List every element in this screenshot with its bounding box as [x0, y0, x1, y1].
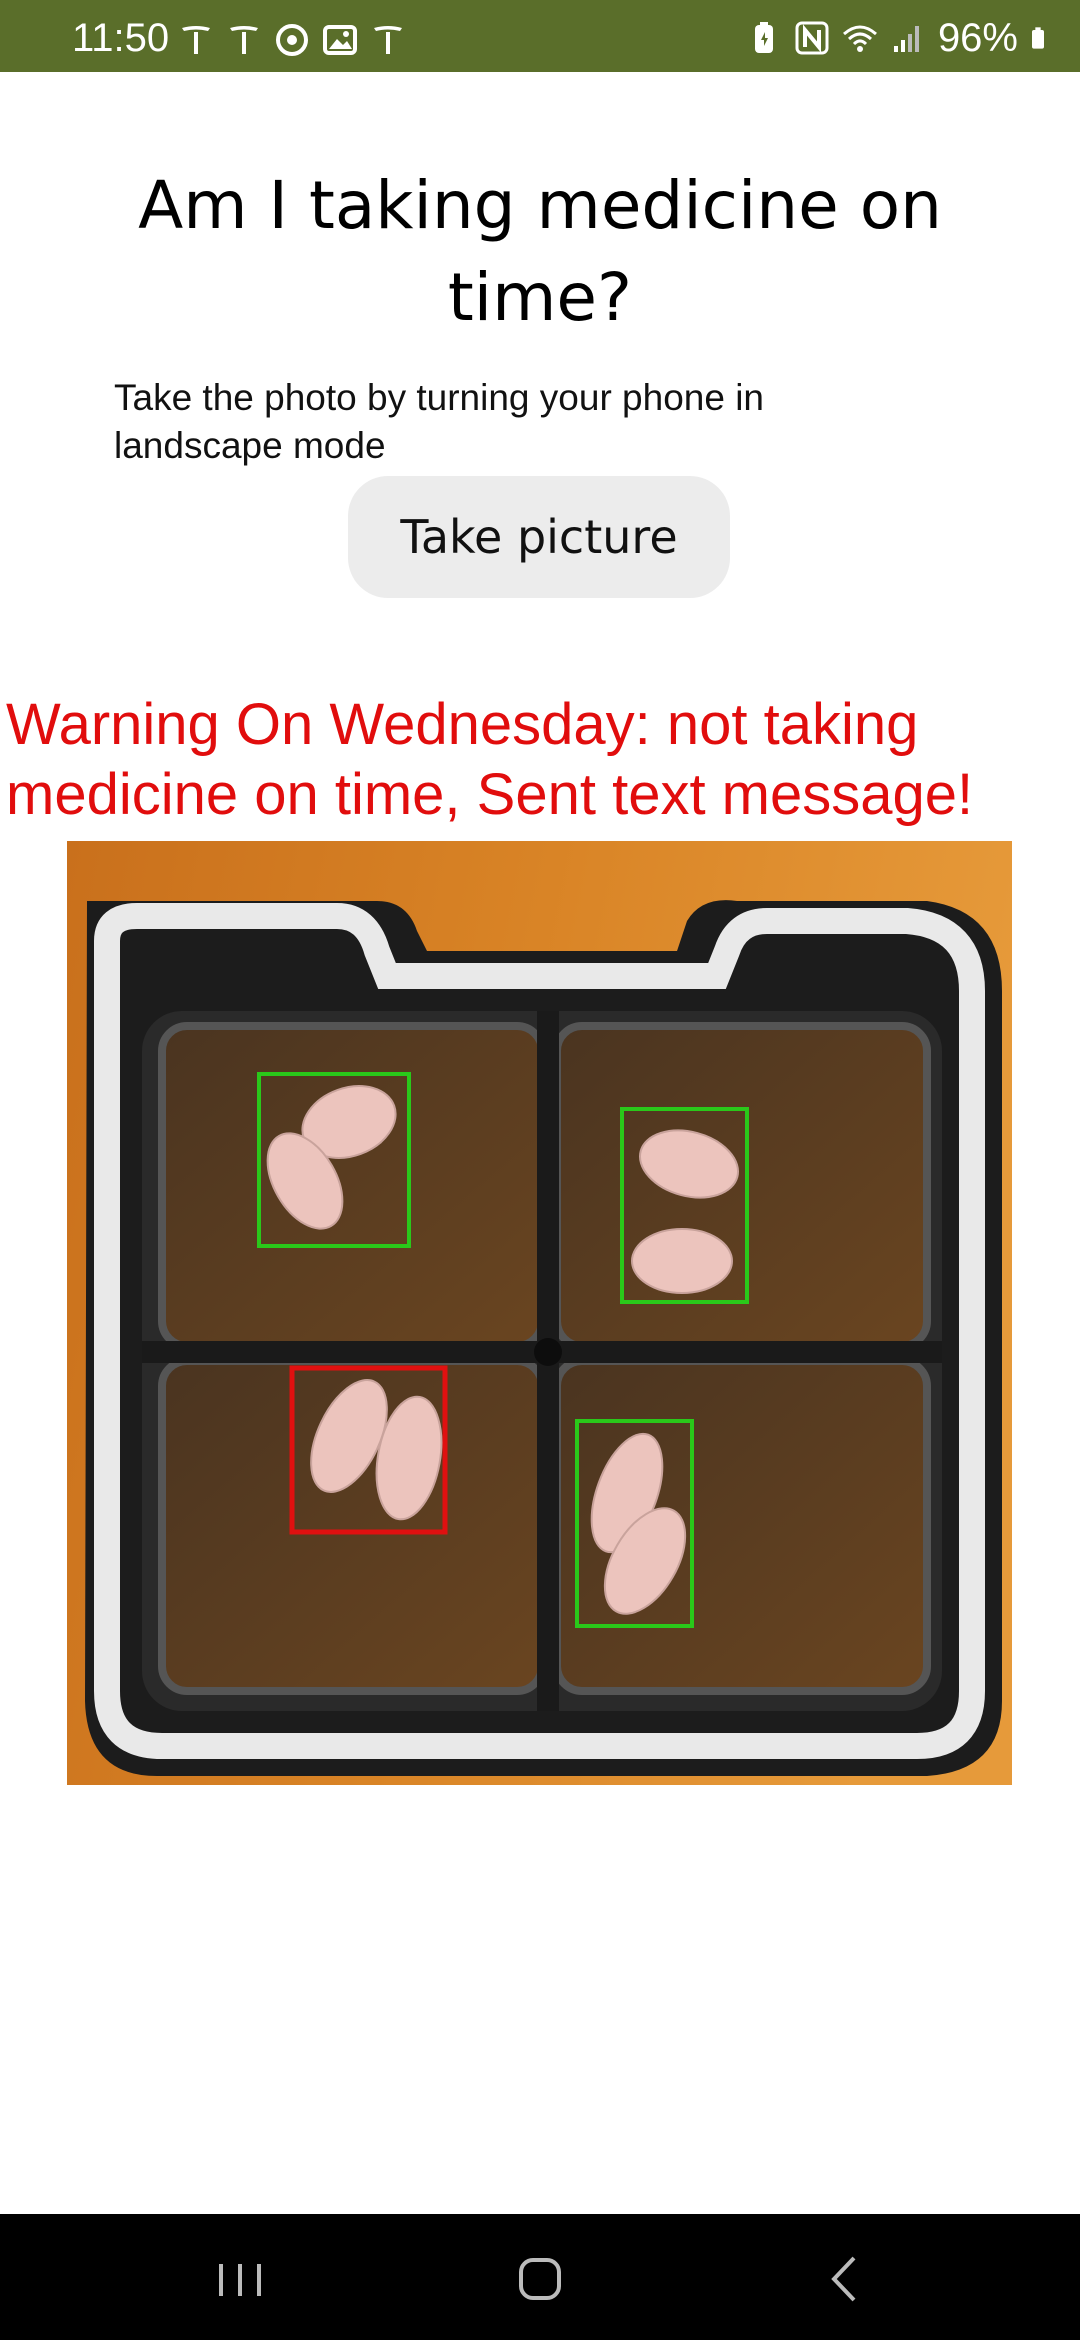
- nfc-icon: [795, 21, 829, 55]
- notification-icons: [178, 22, 406, 58]
- page-title: Am I taking medicine on time?: [138, 167, 942, 336]
- tesla-icon: [182, 26, 210, 54]
- target-icon: [276, 24, 308, 56]
- image-icon: [323, 25, 357, 55]
- recent-apps-icon[interactable]: [205, 2244, 275, 2314]
- battery-percent: 96%: [937, 16, 1018, 60]
- battery-icon: [1032, 27, 1044, 49]
- home-icon[interactable]: [505, 2244, 575, 2314]
- tesla-icon: [230, 26, 258, 54]
- signal-icon: [893, 26, 919, 52]
- status-time: 11:50: [72, 16, 170, 60]
- back-icon[interactable]: [810, 2244, 880, 2314]
- warning-message: Warning On Wednesday: not taking medicin…: [6, 692, 974, 827]
- pill-organizer-photo: [67, 841, 1012, 1785]
- tesla-icon: [374, 26, 402, 54]
- wifi-icon: [842, 25, 877, 52]
- navigation-bar: [0, 2214, 1080, 2340]
- instructions-text: Take the photo by turning your phone in …: [114, 377, 765, 466]
- take-picture-button[interactable]: Take picture: [348, 476, 730, 598]
- status-bar: 11:50 96%: [0, 0, 1080, 72]
- battery-saver-icon: [754, 22, 773, 53]
- system-icons: 96%: [746, 18, 1054, 58]
